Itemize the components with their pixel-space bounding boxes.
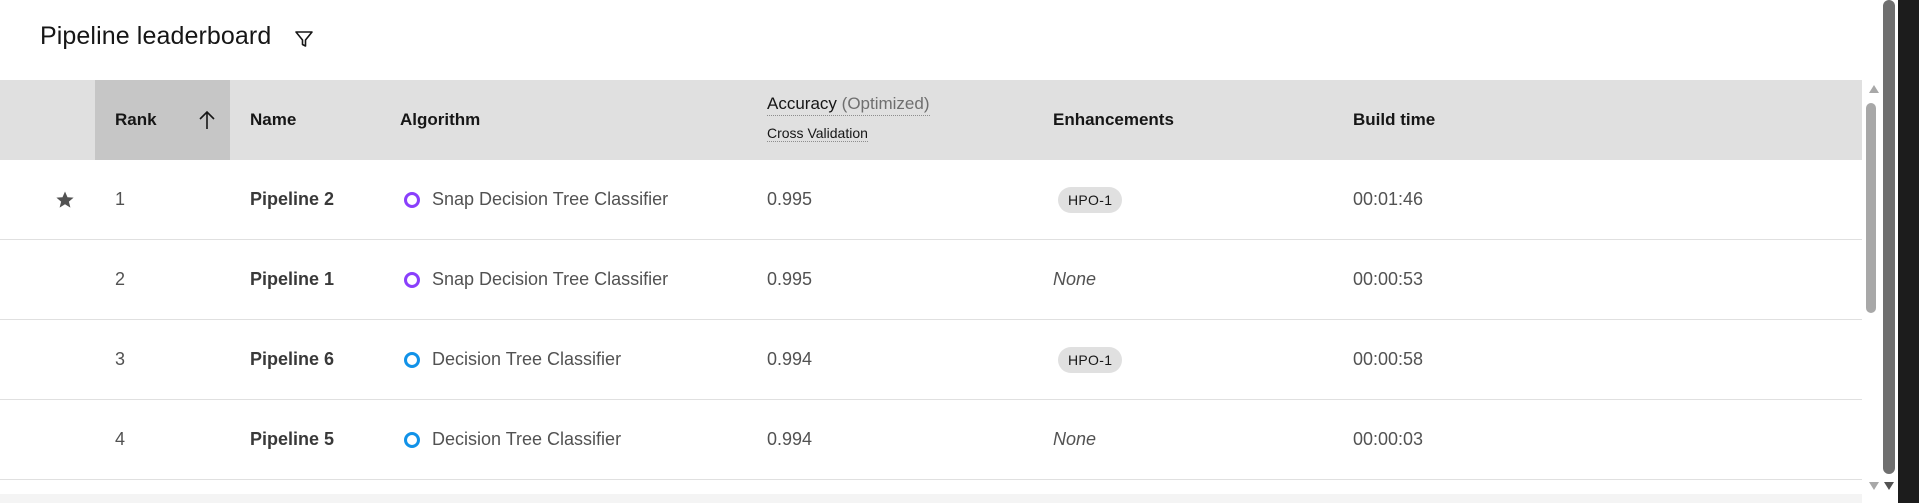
algorithm-cell: Decision Tree Classifier: [404, 320, 621, 399]
leaderboard-table: Rank Name Algorithm Accuracy (Optimized)…: [0, 80, 1862, 480]
accuracy-header-label[interactable]: Accuracy (Optimized): [767, 94, 930, 116]
column-header-rank-label: Rank: [115, 110, 157, 129]
pipeline-name-link[interactable]: Pipeline 5: [250, 400, 334, 479]
enhancement-none: None: [1053, 429, 1097, 449]
table-scroll-thumb[interactable]: [1866, 103, 1876, 313]
enhancement-none: None: [1053, 269, 1097, 289]
column-header-name[interactable]: Name: [250, 80, 296, 160]
rank-cell: 4: [115, 429, 126, 449]
circle-icon: [404, 351, 420, 368]
algorithm-label: Snap Decision Tree Classifier: [432, 189, 669, 209]
build-time-cell: 00:00:53: [1353, 269, 1424, 289]
rank-cell: 1: [115, 189, 126, 209]
leaderboard-header: Pipeline leaderboard: [0, 0, 1862, 80]
table-footer-strip: [0, 494, 1862, 503]
table-row[interactable]: 3 Pipeline 6 Decision Tree Classifier 0.…: [0, 320, 1862, 400]
accuracy-cell: 0.994: [767, 349, 813, 369]
algorithm-cell: Decision Tree Classifier: [404, 400, 621, 479]
accuracy-cell: 0.994: [767, 429, 813, 449]
build-time-cell: 00:00:58: [1353, 349, 1424, 369]
enhancements-cell: HPO-1: [1053, 160, 1123, 239]
pipeline-name-link[interactable]: Pipeline 1: [250, 240, 334, 319]
star-cell: [55, 320, 77, 399]
algorithm-label: Decision Tree Classifier: [432, 349, 622, 369]
accuracy-optimized-label: (Optimized): [841, 94, 930, 113]
scroll-up-arrow-icon[interactable]: [1869, 85, 1879, 93]
algorithm-cell: Snap Decision Tree Classifier: [404, 160, 668, 239]
circle-icon: [404, 431, 420, 448]
column-header-algorithm[interactable]: Algorithm: [400, 80, 480, 160]
filter-icon[interactable]: [293, 28, 315, 50]
arrow-up-icon[interactable]: [197, 108, 217, 132]
algorithm-label: Decision Tree Classifier: [432, 429, 622, 449]
table-row[interactable]: 4 Pipeline 5 Decision Tree Classifier 0.…: [0, 400, 1862, 480]
star-cell: [55, 160, 77, 239]
accuracy-label: Accuracy: [767, 94, 837, 113]
page-scroll-down-arrow-icon[interactable]: [1884, 482, 1894, 490]
accuracy-sub-label[interactable]: Cross Validation: [767, 125, 868, 142]
circle-icon: [404, 271, 420, 288]
algorithm-label: Snap Decision Tree Classifier: [432, 269, 669, 289]
pipeline-name-link[interactable]: Pipeline 6: [250, 320, 334, 399]
star-cell: [55, 400, 77, 479]
accuracy-cell: 0.995: [767, 189, 813, 209]
star-icon: [56, 191, 74, 208]
column-header-rank[interactable]: Rank: [95, 80, 230, 160]
table-header: Rank Name Algorithm Accuracy (Optimized)…: [0, 80, 1862, 160]
star-cell: [55, 240, 77, 319]
enhancements-cell: None: [1053, 240, 1096, 319]
enhancements-cell: HPO-1: [1053, 320, 1123, 399]
page-title: Pipeline leaderboard: [40, 22, 272, 50]
enhancement-tag: HPO-1: [1058, 346, 1123, 373]
table-row[interactable]: 2 Pipeline 1 Snap Decision Tree Classifi…: [0, 240, 1862, 320]
rank-cell: 3: [115, 349, 126, 369]
column-header-build-time[interactable]: Build time: [1353, 80, 1435, 160]
scroll-down-arrow-icon[interactable]: [1869, 482, 1879, 490]
enhancements-cell: None: [1053, 400, 1096, 479]
table-row[interactable]: 1 Pipeline 2 Snap Decision Tree Classifi…: [0, 160, 1862, 240]
window-edge: [1898, 0, 1919, 503]
accuracy-cell: 0.995: [767, 269, 813, 289]
pipeline-name-link[interactable]: Pipeline 2: [250, 160, 334, 239]
enhancement-tag: HPO-1: [1058, 186, 1123, 213]
column-header-enhancements[interactable]: Enhancements: [1053, 80, 1174, 160]
algorithm-cell: Snap Decision Tree Classifier: [404, 240, 668, 319]
build-time-cell: 00:00:03: [1353, 429, 1424, 449]
circle-icon: [404, 191, 420, 208]
page-scroll-thumb[interactable]: [1883, 0, 1895, 474]
build-time-cell: 00:01:46: [1353, 189, 1424, 209]
rank-cell: 2: [115, 269, 126, 289]
